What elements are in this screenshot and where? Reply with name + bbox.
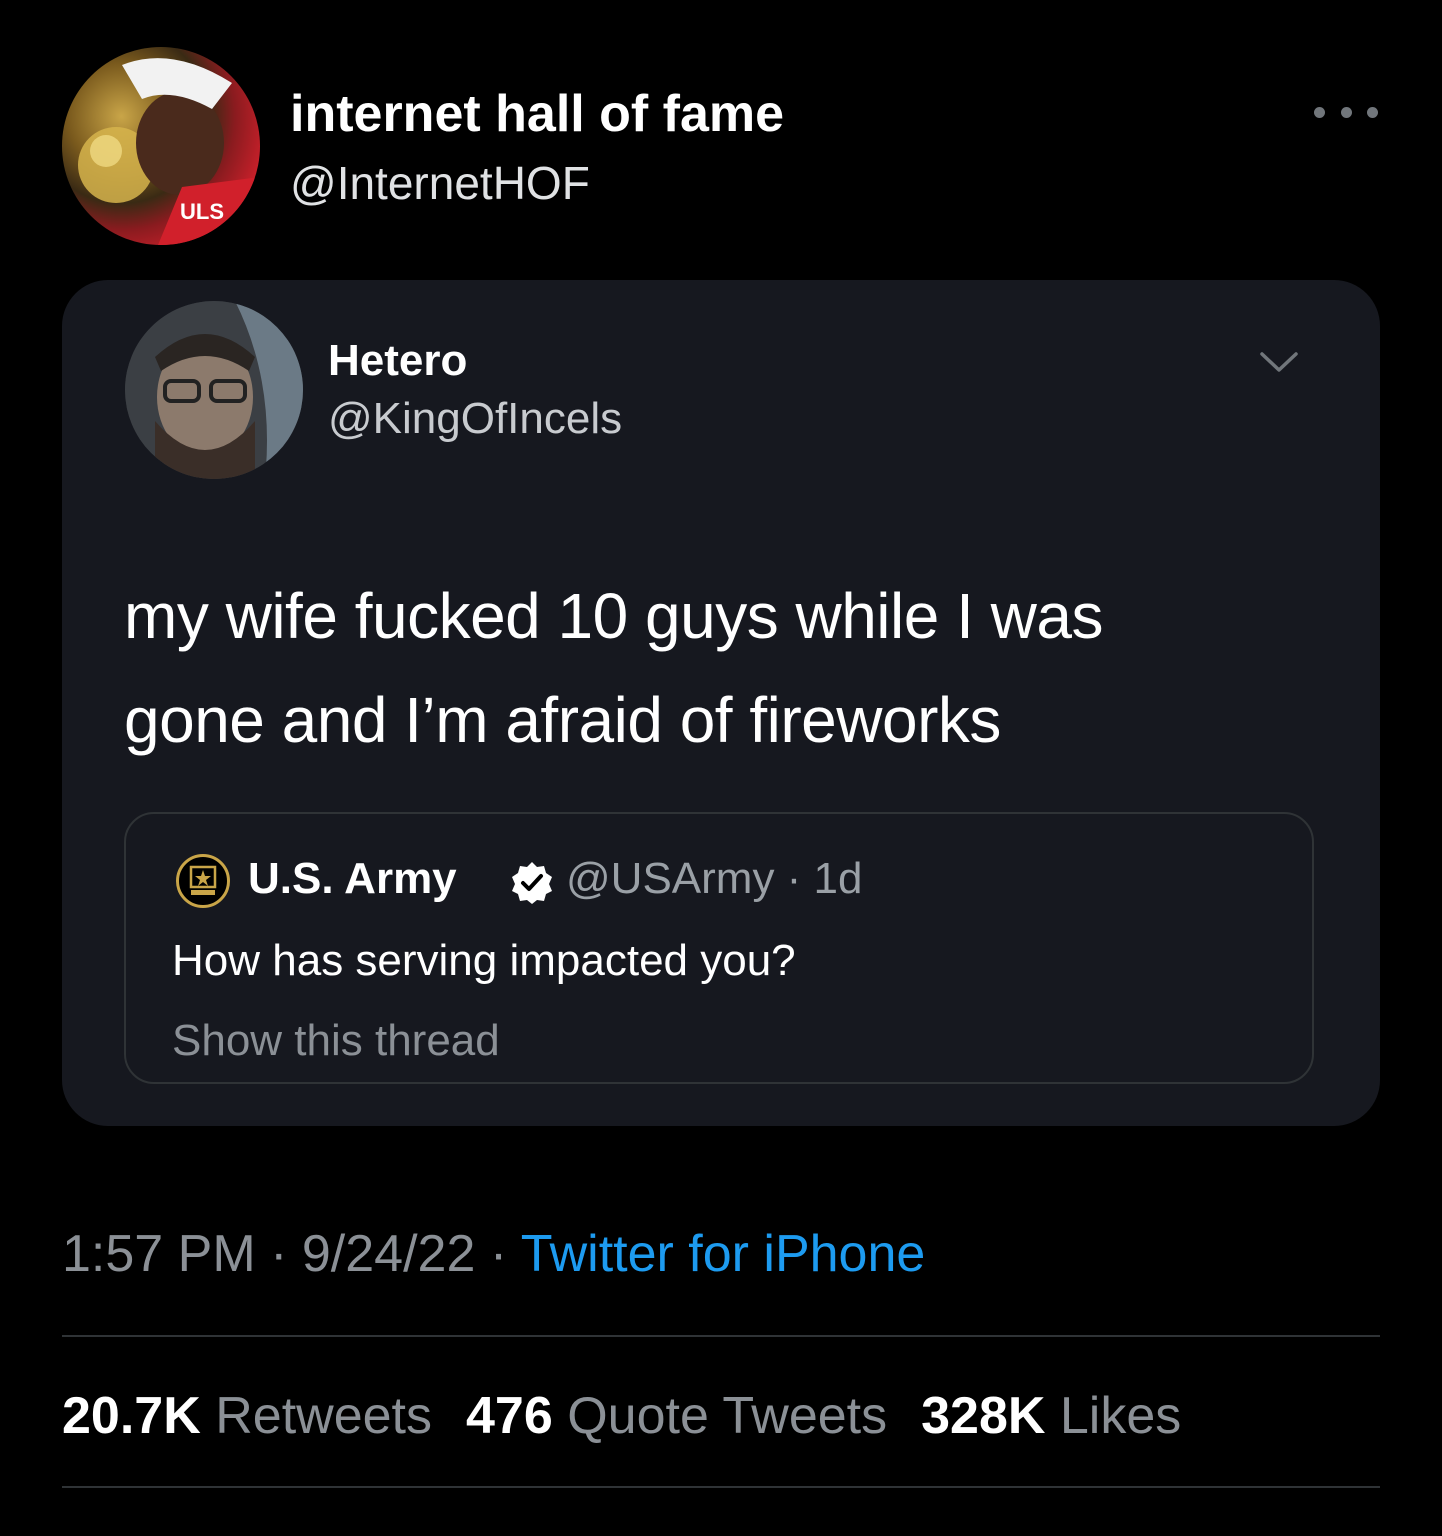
svg-text:ULS: ULS — [180, 199, 224, 224]
meta-separator: · — [270, 1225, 288, 1283]
army-logo-icon — [176, 854, 230, 908]
tweet-text: my wife fucked 10 guys while I was gone … — [124, 564, 1304, 772]
meta-separator: · — [489, 1225, 508, 1283]
quote-tweets-stat[interactable]: 476 Quote Tweets — [466, 1386, 887, 1446]
tweet-text-line: my wife fucked 10 guys while I was — [124, 580, 1103, 652]
likes-stat[interactable]: 328K Likes — [921, 1386, 1181, 1446]
retweets-label: Retweets — [215, 1387, 432, 1445]
tweet-meta: 1:57 PM · 9/24/22 · Twitter for iPhone — [62, 1224, 925, 1284]
quote-tweets-label: Quote Tweets — [567, 1387, 888, 1445]
likes-count: 328K — [921, 1387, 1046, 1445]
tweet-time: 1:57 PM — [62, 1225, 256, 1283]
divider — [62, 1335, 1380, 1337]
chevron-down-icon[interactable] — [1256, 346, 1302, 376]
tweet-source-link[interactable]: Twitter for iPhone — [521, 1225, 926, 1283]
retweets-count: 20.7K — [62, 1387, 201, 1445]
card-author-avatar[interactable] — [125, 301, 303, 479]
tweet-date: 9/24/22 — [301, 1225, 476, 1283]
avatar-image: ULS — [78, 58, 260, 245]
quoted-tweet[interactable]: U.S. Army @USArmy · 1d How has serving i… — [124, 812, 1314, 1084]
author-avatar[interactable]: ULS — [62, 47, 260, 245]
embedded-tweet-card[interactable]: Hetero @KingOfIncels my wife fucked 10 g… — [62, 280, 1380, 1126]
dot — [1367, 106, 1378, 118]
quoted-handle-time[interactable]: @USArmy · 1d — [566, 854, 862, 904]
quoted-tweet-text: How has serving impacted you? — [172, 936, 796, 985]
verified-badge-icon — [512, 862, 552, 904]
card-author-handle[interactable]: @KingOfIncels — [328, 394, 622, 444]
avatar-image — [125, 301, 303, 479]
more-horizontal-icon[interactable] — [1314, 100, 1378, 124]
likes-label: Likes — [1059, 1387, 1182, 1445]
dot — [1314, 106, 1325, 118]
author-display-name[interactable]: internet hall of fame — [290, 84, 784, 144]
card-author-display-name[interactable]: Hetero — [328, 336, 467, 386]
quoted-author-name[interactable]: U.S. Army — [248, 854, 457, 904]
divider — [62, 1486, 1380, 1488]
tweet-text-line: gone and I’m afraid of fireworks — [124, 684, 1001, 756]
show-thread-link[interactable]: Show this thread — [172, 1016, 500, 1066]
quote-tweets-count: 476 — [465, 1387, 553, 1445]
dot — [1340, 106, 1352, 118]
author-handle[interactable]: @InternetHOF — [290, 156, 590, 210]
retweets-stat[interactable]: 20.7K Retweets — [62, 1386, 432, 1446]
tweet-stats: 20.7K Retweets 476 Quote Tweets 328K Lik… — [62, 1386, 1181, 1446]
